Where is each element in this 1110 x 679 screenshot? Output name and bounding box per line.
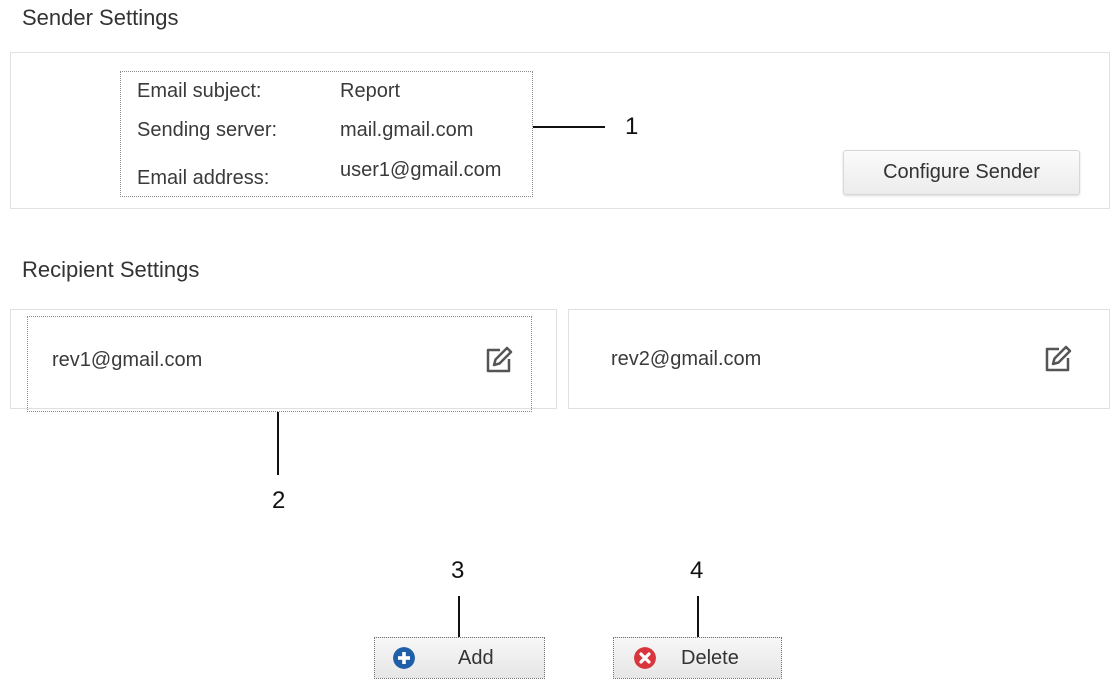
- add-button[interactable]: Add: [374, 637, 545, 679]
- edit-icon[interactable]: [1042, 344, 1072, 374]
- callout-3-number: 3: [451, 557, 465, 584]
- x-circle-icon: [634, 647, 656, 669]
- email-address-label: Email address:: [137, 167, 270, 189]
- email-subject-value: Report: [340, 80, 401, 102]
- callout-1-line: [533, 126, 605, 128]
- callout-2-number: 2: [272, 487, 286, 514]
- recipient-email-2: rev2@gmail.com: [611, 348, 762, 370]
- callout-1-number: 1: [625, 113, 639, 140]
- configure-sender-button[interactable]: Configure Sender: [843, 150, 1080, 195]
- plus-circle-icon: [393, 647, 415, 669]
- sender-settings-title: Sender Settings: [22, 5, 179, 30]
- callout-3-line: [458, 596, 460, 638]
- delete-button[interactable]: Delete: [613, 637, 782, 679]
- recipient-card-2[interactable]: rev2@gmail.com: [568, 309, 1110, 409]
- callout-4-number: 4: [690, 557, 704, 584]
- delete-button-label: Delete: [681, 646, 739, 669]
- sender-info-box: Email subject: Report Sending server: ma…: [120, 71, 533, 197]
- add-button-label: Add: [458, 646, 494, 669]
- email-address-value: user1@gmail.com: [340, 159, 502, 181]
- edit-icon[interactable]: [483, 345, 513, 375]
- callout-2-line: [277, 412, 279, 475]
- sending-server-label: Sending server:: [137, 119, 278, 141]
- recipient-email-1: rev1@gmail.com: [52, 349, 203, 371]
- sending-server-value: mail.gmail.com: [340, 119, 474, 141]
- callout-4-line: [697, 596, 699, 638]
- email-subject-label: Email subject:: [137, 80, 262, 102]
- recipient-card-1-outline: rev1@gmail.com: [27, 316, 532, 412]
- recipient-settings-title: Recipient Settings: [22, 257, 200, 282]
